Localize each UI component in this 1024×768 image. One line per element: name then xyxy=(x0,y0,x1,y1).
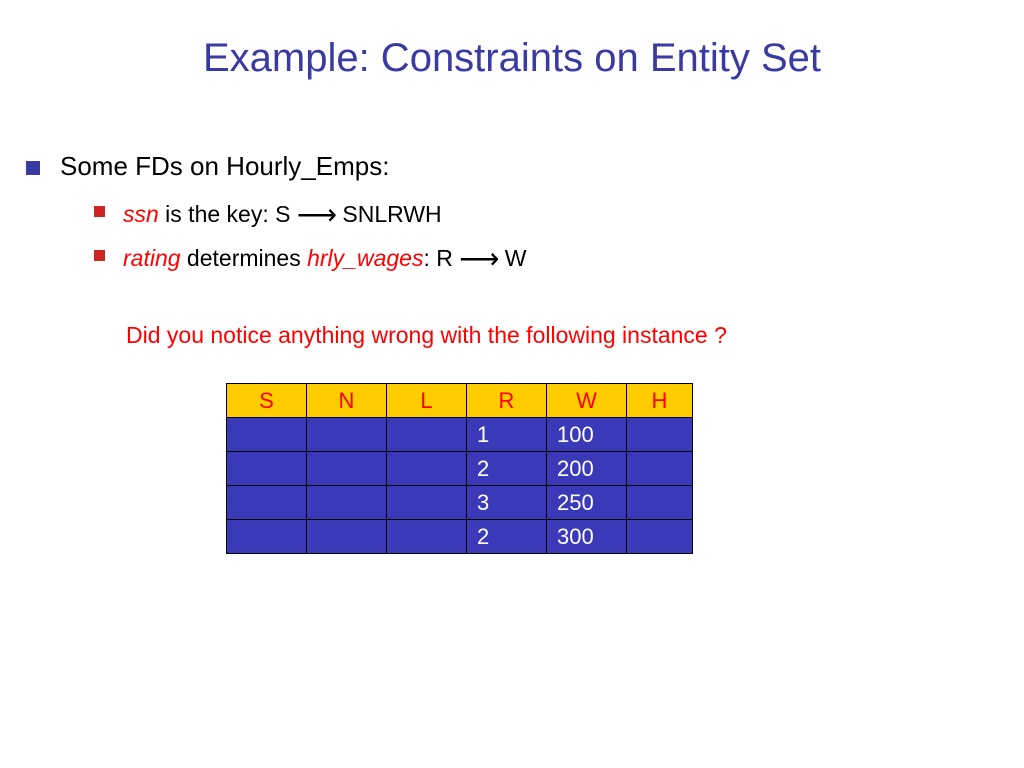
cell: 3 xyxy=(467,486,547,520)
data-table: S N L R W H 1 100 xyxy=(226,383,693,554)
cell xyxy=(387,486,467,520)
cell xyxy=(227,520,307,554)
text-fragment: is the key: S xyxy=(159,201,297,227)
cell xyxy=(307,418,387,452)
table-header-row: S N L R W H xyxy=(227,384,693,418)
cell: 100 xyxy=(547,418,627,452)
bullet-text: rating determines hrly_wages: R ⟶ W xyxy=(123,240,526,274)
text-fragment: determines xyxy=(181,245,308,271)
term-rating: rating xyxy=(123,245,181,271)
cell xyxy=(227,452,307,486)
cell xyxy=(627,486,693,520)
cell xyxy=(627,418,693,452)
col-header: R xyxy=(467,384,547,418)
term-hrly-wages: hrly_wages xyxy=(307,245,423,271)
bullet-text: ssn is the key: S ⟶ SNLRWH xyxy=(123,196,442,230)
cell: 300 xyxy=(547,520,627,554)
cell xyxy=(307,452,387,486)
cell: 200 xyxy=(547,452,627,486)
col-header: S xyxy=(227,384,307,418)
table-row: 3 250 xyxy=(227,486,693,520)
table-row: 1 100 xyxy=(227,418,693,452)
table-row: 2 200 xyxy=(227,452,693,486)
bullet-level2: ssn is the key: S ⟶ SNLRWH xyxy=(94,196,988,230)
right-arrow-icon: ⟶ xyxy=(297,200,336,231)
bullet-level2: rating determines hrly_wages: R ⟶ W xyxy=(94,240,988,274)
square-bullet-icon xyxy=(94,250,105,261)
question-text: Did you notice anything wrong with the f… xyxy=(126,322,988,349)
cell: 2 xyxy=(467,520,547,554)
text-fragment: : R xyxy=(423,245,459,271)
data-table-wrap: S N L R W H 1 100 xyxy=(226,383,988,554)
text-fragment: W xyxy=(498,245,526,271)
square-bullet-icon xyxy=(26,161,40,175)
cell: 250 xyxy=(547,486,627,520)
cell xyxy=(387,452,467,486)
cell xyxy=(227,418,307,452)
table-row: 2 300 xyxy=(227,520,693,554)
col-header: N xyxy=(307,384,387,418)
table-body: 1 100 2 200 3 250 xyxy=(227,418,693,554)
cell xyxy=(387,418,467,452)
cell: 1 xyxy=(467,418,547,452)
slide-title: Example: Constraints on Entity Set xyxy=(36,36,988,81)
cell xyxy=(627,452,693,486)
col-header: L xyxy=(387,384,467,418)
cell xyxy=(307,486,387,520)
col-header: H xyxy=(627,384,693,418)
slide: Example: Constraints on Entity Set Some … xyxy=(0,0,1024,768)
text-fragment: SNLRWH xyxy=(336,201,442,227)
cell xyxy=(307,520,387,554)
cell: 2 xyxy=(467,452,547,486)
bullet-level1: Some FDs on Hourly_Emps: xyxy=(26,151,988,182)
col-header: W xyxy=(547,384,627,418)
cell xyxy=(387,520,467,554)
term-ssn: ssn xyxy=(123,201,159,227)
cell xyxy=(627,520,693,554)
bullet-text: Some FDs on Hourly_Emps: xyxy=(60,151,389,182)
square-bullet-icon xyxy=(94,206,105,217)
right-arrow-icon: ⟶ xyxy=(459,244,498,275)
cell xyxy=(227,486,307,520)
